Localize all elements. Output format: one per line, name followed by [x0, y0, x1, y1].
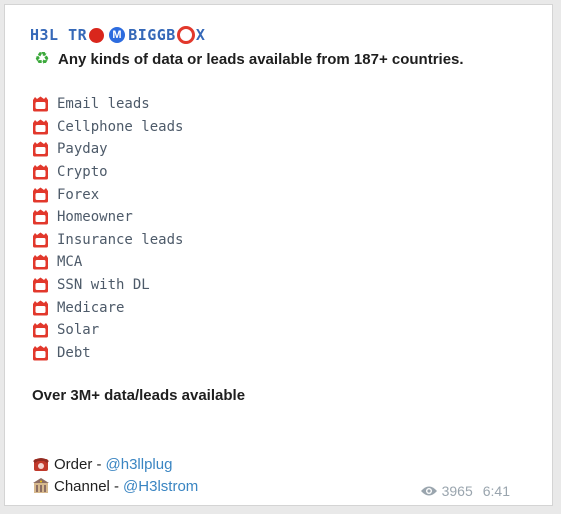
- lead-label: Debt: [57, 344, 91, 361]
- hollow-red-circle-icon: [176, 26, 195, 44]
- message-meta: 3965 6:41: [420, 483, 510, 499]
- lead-label: Forex: [57, 186, 100, 203]
- order-contact: Order - @h3llplug: [32, 455, 172, 473]
- lead-label: Homeowner: [57, 209, 133, 226]
- eye-icon: [420, 486, 437, 496]
- list-item: MCA: [32, 251, 183, 274]
- lead-label: MCA: [57, 254, 83, 271]
- list-item: Crypto: [32, 161, 183, 184]
- lead-label: Medicare: [57, 299, 125, 316]
- list-item: SSN with DL: [32, 274, 183, 297]
- leads-list: Email leads Cellphone leads Payday Crypt…: [32, 93, 183, 364]
- name-badge-icon: [33, 119, 48, 135]
- name-badge-icon: [33, 322, 48, 338]
- name-badge-icon: [33, 345, 48, 361]
- order-handle-link[interactable]: @h3llplug: [106, 456, 173, 473]
- recycle-icon: ♻: [34, 49, 50, 68]
- name-badge-icon: [33, 187, 48, 203]
- lead-label: Solar: [57, 322, 100, 339]
- order-label: Order -: [54, 455, 102, 473]
- title-part-2: BIGGB: [128, 26, 176, 44]
- lead-label: Payday: [57, 141, 108, 158]
- lead-label: SSN with DL: [57, 277, 150, 294]
- name-badge-icon: [33, 164, 48, 180]
- view-count: 3965: [441, 483, 473, 499]
- tagline-text: Any kinds of data or leads available fro…: [58, 50, 464, 68]
- lead-label: Email leads: [57, 96, 150, 113]
- channel-label: Channel -: [54, 477, 120, 495]
- list-item: Forex: [32, 183, 183, 206]
- name-badge-icon: [33, 300, 48, 316]
- channel-contact: Channel - @H3lstrom: [32, 477, 198, 495]
- lead-label: Cellphone leads: [57, 118, 184, 135]
- list-item: Solar: [32, 319, 183, 342]
- red-circle-icon: [89, 27, 105, 43]
- title-part-3: X: [195, 26, 206, 44]
- list-item: Medicare: [32, 296, 183, 319]
- message-card: H3L TR M BIGGB X ♻ Any kinds of data or …: [4, 4, 553, 506]
- list-item: Cellphone leads: [32, 116, 183, 139]
- list-item: Insurance leads: [32, 229, 183, 252]
- title-part-1: H3L TR: [30, 26, 88, 44]
- message-title: H3L TR M BIGGB X: [30, 26, 205, 44]
- name-badge-icon: [33, 232, 48, 248]
- lead-label: Insurance leads: [57, 231, 184, 248]
- name-badge-icon: [33, 277, 48, 293]
- list-item: Payday: [32, 138, 183, 161]
- channel-handle-link[interactable]: @H3lstrom: [123, 478, 198, 495]
- summary-text: Over 3M+ data/leads available: [32, 387, 246, 404]
- list-item: Homeowner: [32, 206, 183, 229]
- message-time: 6:41: [482, 483, 510, 499]
- tagline: ♻ Any kinds of data or leads available f…: [32, 49, 464, 69]
- list-item: Debt: [32, 342, 183, 365]
- bank-icon: [33, 478, 49, 493]
- list-item: Email leads: [32, 93, 183, 116]
- telephone-icon: [33, 458, 49, 471]
- name-badge-icon: [33, 141, 48, 157]
- name-badge-icon: [33, 254, 48, 270]
- circled-m-icon: M: [109, 27, 126, 43]
- lead-label: Crypto: [57, 164, 108, 181]
- name-badge-icon: [33, 96, 48, 112]
- name-badge-icon: [33, 209, 48, 225]
